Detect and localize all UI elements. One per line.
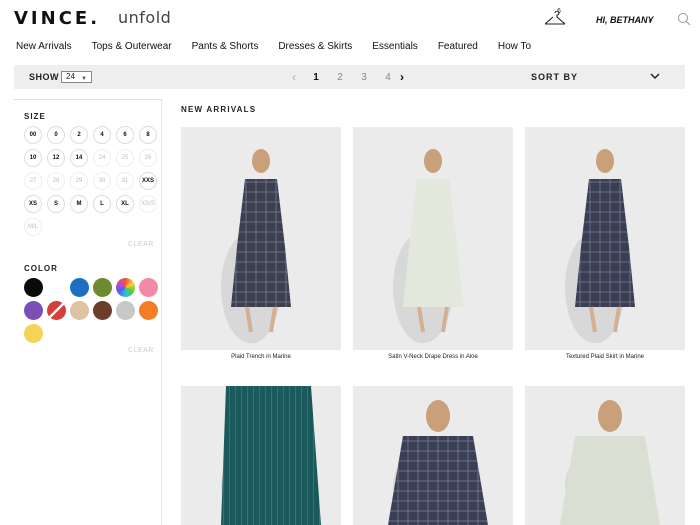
size-chip-25[interactable]: 25 [116, 149, 134, 167]
pagination: ‹ 1 2 3 4 › [292, 70, 412, 84]
model-figure [560, 400, 660, 525]
site-header: VINCE. unfold 6 HI, BETHANY ⌄ [0, 0, 700, 36]
size-chip-00[interactable]: 00 [24, 126, 42, 144]
size-chip-xs-s[interactable]: XS/S [139, 195, 157, 213]
brand-logo-sub[interactable]: unfold [118, 8, 171, 27]
color-swatch[interactable] [70, 301, 89, 320]
model-figure [565, 149, 635, 344]
product-image[interactable] [181, 127, 341, 350]
nav-essentials[interactable]: Essentials [372, 41, 418, 52]
size-chip-14[interactable]: 14 [70, 149, 88, 167]
size-chip-m[interactable]: M [70, 195, 88, 213]
size-chip-l[interactable]: L [93, 195, 111, 213]
size-chip-m-l[interactable]: M/L [24, 218, 42, 236]
filter-sidebar: SIZE 00 0 2 4 6 8 10 12 14 24 25 26 27 28 29 30 31 XXS XS S… [14, 99, 162, 525]
color-filter-heading: COLOR [24, 264, 58, 273]
sort-by-label[interactable]: SORT BY [531, 72, 578, 82]
product-name[interactable]: Textured Plaid Skirt in Marine [525, 354, 685, 360]
hanger-icon[interactable] [545, 11, 565, 27]
size-chip-30[interactable]: 30 [93, 172, 111, 190]
product-name[interactable]: Satin V-Neck Drape Dress in Aloe [353, 354, 513, 360]
product-image[interactable] [181, 386, 341, 525]
size-clear-link[interactable]: CLEAR [128, 241, 154, 248]
size-chip-12[interactable]: 12 [47, 149, 65, 167]
size-chip-6[interactable]: 6 [116, 126, 134, 144]
color-swatch[interactable] [116, 301, 135, 320]
product-card[interactable]: Satin V-Neck Drape Dress in Aloe [353, 127, 513, 366]
size-chip-xl[interactable]: XL [116, 195, 134, 213]
prev-page-icon[interactable]: ‹ [292, 70, 304, 84]
color-swatch[interactable] [24, 278, 43, 297]
color-swatch[interactable] [139, 301, 158, 320]
nav-pants-shorts[interactable]: Pants & Shorts [192, 41, 259, 52]
size-chip-4[interactable]: 4 [93, 126, 111, 144]
color-swatch[interactable] [93, 278, 112, 297]
product-card[interactable]: Plaid Trench in Marine [181, 127, 341, 366]
size-chip-24[interactable]: 24 [93, 149, 111, 167]
color-swatch[interactable] [139, 278, 158, 297]
color-swatch[interactable] [70, 278, 89, 297]
color-swatch[interactable] [24, 324, 43, 343]
search-icon[interactable] [677, 12, 691, 26]
product-image[interactable] [353, 386, 513, 525]
color-swatch[interactable] [93, 301, 112, 320]
size-chip-xs[interactable]: XS [24, 195, 42, 213]
product-name[interactable]: Plaid Trench in Marine [181, 354, 341, 360]
product-card[interactable] [525, 386, 685, 525]
model-figure [221, 149, 291, 344]
hanger-count-badge: 6 [557, 8, 561, 15]
size-chip-8[interactable]: 8 [139, 126, 157, 144]
show-label: SHOW [29, 72, 59, 82]
page-3[interactable]: 3 [352, 72, 376, 83]
product-card[interactable] [353, 386, 513, 525]
main-nav: New Arrivals Tops & Outerwear Pants & Sh… [16, 41, 551, 52]
color-swatch[interactable] [24, 301, 43, 320]
show-count-select[interactable]: 24 ▼ [61, 71, 92, 83]
size-chip-28[interactable]: 28 [47, 172, 65, 190]
size-chip-xxs[interactable]: XXS [139, 172, 157, 190]
size-chip-29[interactable]: 29 [70, 172, 88, 190]
color-swatch[interactable] [47, 301, 66, 320]
model-figure [393, 149, 463, 344]
next-page-icon[interactable]: › [400, 70, 412, 84]
product-card[interactable]: Textured Plaid Skirt in Marine [525, 127, 685, 366]
brand-logo[interactable]: VINCE. [14, 8, 100, 29]
nav-new-arrivals[interactable]: New Arrivals [16, 41, 72, 52]
size-chip-26[interactable]: 26 [139, 149, 157, 167]
color-clear-link[interactable]: CLEAR [128, 347, 154, 354]
page-4[interactable]: 4 [376, 72, 400, 83]
model-figure [221, 386, 321, 525]
nav-dresses-skirts[interactable]: Dresses & Skirts [278, 41, 352, 52]
color-swatch[interactable] [116, 278, 135, 297]
model-figure [388, 400, 488, 525]
size-chip-27[interactable]: 27 [24, 172, 42, 190]
size-chip-10[interactable]: 10 [24, 149, 42, 167]
nav-featured[interactable]: Featured [438, 41, 478, 52]
product-image[interactable] [525, 127, 685, 350]
nav-how-to[interactable]: How To [498, 41, 531, 52]
listing-toolbar: SHOW 24 ▼ ‹ 1 2 3 4 › SORT BY [14, 65, 685, 89]
page-1[interactable]: 1 [304, 72, 328, 83]
show-count-value: 24 [66, 72, 75, 81]
size-filter-heading: SIZE [24, 112, 46, 121]
color-swatch[interactable] [47, 278, 66, 297]
size-chip-0[interactable]: 0 [47, 126, 65, 144]
chevron-down-icon[interactable] [650, 71, 660, 81]
size-chip-31[interactable]: 31 [116, 172, 134, 190]
section-title: NEW ARRIVALS [181, 105, 257, 114]
size-chip-2[interactable]: 2 [70, 126, 88, 144]
page-2[interactable]: 2 [328, 72, 352, 83]
size-chip-s[interactable]: S [47, 195, 65, 213]
product-image[interactable] [353, 127, 513, 350]
product-card[interactable] [181, 386, 341, 525]
nav-tops-outerwear[interactable]: Tops & Outerwear [92, 41, 172, 52]
product-image[interactable] [525, 386, 685, 525]
chevron-down-icon[interactable]: ⌄ [647, 15, 654, 24]
caret-down-icon: ▼ [81, 76, 87, 82]
user-greeting[interactable]: HI, BETHANY [596, 15, 654, 25]
